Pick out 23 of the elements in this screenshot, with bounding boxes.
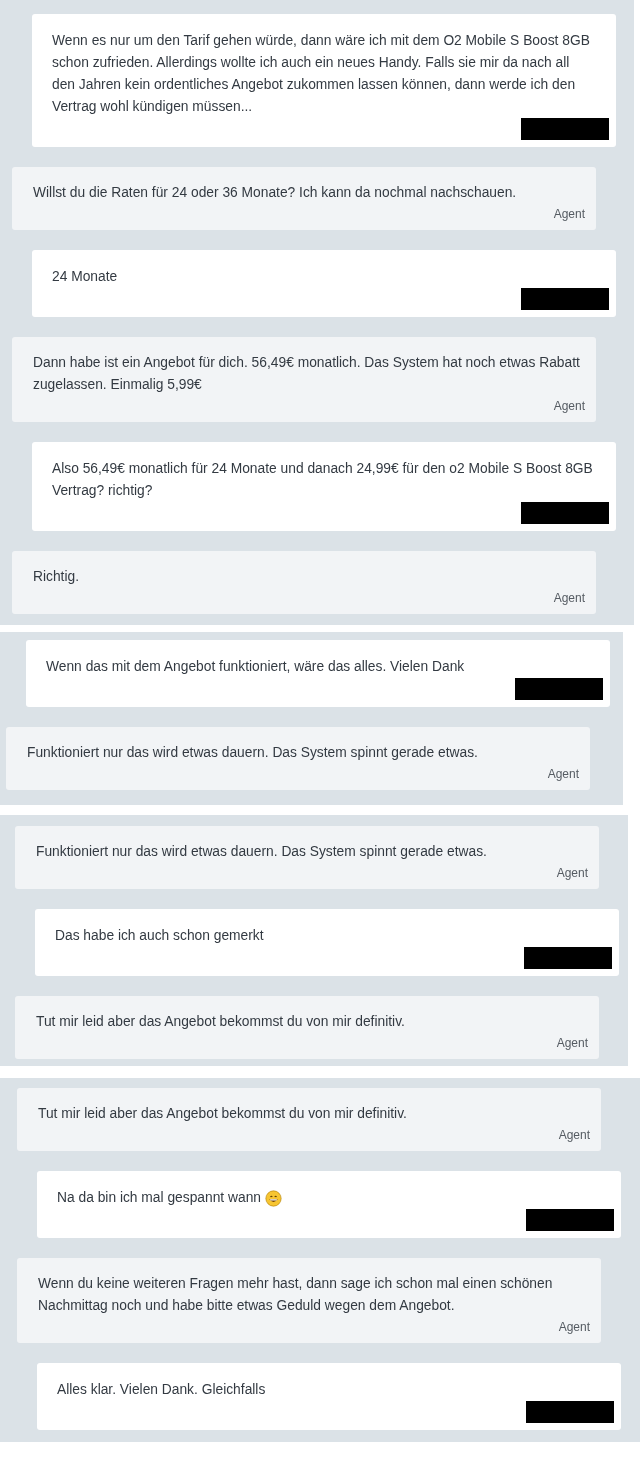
message-text: Willst du die Raten für 24 oder 36 Monate? Ich kann da nochmal nachschauen. xyxy=(33,184,517,202)
sender-label: Agent xyxy=(553,590,585,607)
sender-label: Agent xyxy=(553,398,585,415)
message-text: Funktioniert nur das wird etwas dauern. Das System spinnt gerade etwas. xyxy=(36,843,487,861)
message-text: Alles klar. Vielen Dank. Gleichfalls xyxy=(57,1381,266,1399)
sender-label: Agent xyxy=(553,206,585,223)
message-text: Funktioniert nur das wird etwas dauern. Das System spinnt gerade etwas. xyxy=(27,744,478,762)
message-text: Wenn es nur um den Tarif gehen würde, dann wäre ich mit dem O2 Mobile S Boost 8GB schon zufrieden. Allerdings wollte ich auch ein neues Handy. Falls sie mir da nach all den Jahren kein ordentliches Angebot zukommen lassen können, dann werde ich den Vertrag wohl kündigen müssen... xyxy=(52,32,591,116)
message-text: Tut mir leid aber das Angebot bekommst du von mir definitiv. xyxy=(36,1013,405,1031)
sender-label: Agent xyxy=(558,1319,590,1336)
message-text: Richtig. xyxy=(33,568,79,586)
message-text: 24 Monate xyxy=(52,268,118,286)
sender-label: Agent xyxy=(556,865,588,882)
message-text: Dann habe ist ein Angebot für dich. 56,49€ monatlich. Das System hat noch etwas Rabatt zugelassen. Einmalig 5,99€ xyxy=(33,354,581,394)
message-text: Also 56,49€ monatlich für 24 Monate und danach 24,99€ für den o2 Mobile S Boost 8GB Vertrag? richtig? xyxy=(52,460,594,500)
message-text: Tut mir leid aber das Angebot bekommst du von mir definitiv. xyxy=(38,1105,407,1123)
message-text: Das habe ich auch schon gemerkt xyxy=(55,927,264,945)
sender-label: Agent xyxy=(547,766,579,783)
sender-label: Agent xyxy=(558,1127,590,1144)
message-text: Wenn du keine weiteren Fragen mehr hast, dann sage ich schon mal einen schönen Nachmittag noch und habe bitte etwas Geduld wegen dem Angebot. xyxy=(38,1275,554,1315)
sender-label: Agent xyxy=(556,1035,588,1052)
message-text: Na da bin ich mal gespannt wann xyxy=(57,1189,262,1207)
message-text: Wenn das mit dem Angebot funktioniert, wäre das alles. Vielen Dank xyxy=(46,658,465,676)
